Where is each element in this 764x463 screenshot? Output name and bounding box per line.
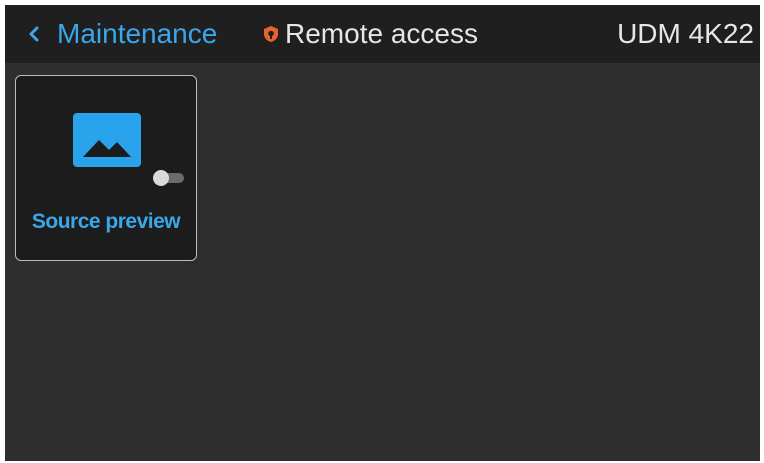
- source-preview-toggle[interactable]: [150, 168, 188, 188]
- chevron-left-icon: [23, 23, 45, 45]
- tile-label: Source preview: [31, 210, 181, 233]
- image-icon: [73, 113, 141, 167]
- breadcrumb-maintenance: Maintenance: [57, 18, 218, 49]
- back-button[interactable]: Maintenance: [23, 5, 217, 63]
- top-bar: Maintenance Remote access UDM 4K22: [5, 5, 760, 63]
- screen: Maintenance Remote access UDM 4K22 Sourc…: [5, 5, 760, 461]
- remote-access-label: Remote access: [285, 18, 478, 49]
- device-title: UDM 4K22: [617, 18, 754, 49]
- remote-access-indicator[interactable]: Remote access: [263, 5, 478, 63]
- tile-source-preview[interactable]: Source preview: [15, 75, 197, 261]
- shield-icon: [263, 24, 281, 44]
